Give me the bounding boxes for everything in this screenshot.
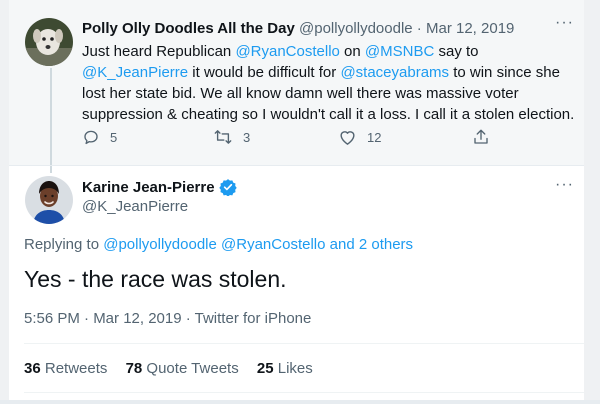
parent-text-part: on [339, 43, 365, 60]
parent-tweet-text: Just heard Republican @RyanCostello on @… [82, 41, 577, 125]
frame-bottom-edge [0, 400, 600, 404]
frame-left-edge [0, 0, 9, 404]
likes-stat-label: Likes [277, 360, 313, 377]
parent-handle[interactable]: @pollyollydoodle [299, 20, 413, 37]
verified-badge-icon [218, 179, 237, 196]
share-button[interactable] [472, 128, 500, 146]
person-avatar-image [25, 176, 73, 224]
stats-divider-top [24, 343, 584, 344]
mention-msnbc[interactable]: @MSNBC [365, 43, 434, 60]
parent-avatar[interactable] [25, 18, 73, 66]
replying-others-link[interactable]: 2 others [359, 236, 413, 253]
retweets-stat-label: Retweets [44, 360, 108, 377]
parent-text-part: Just heard Republican [82, 43, 236, 60]
main-display-name[interactable]: Karine Jean-Pierre [82, 179, 215, 196]
main-more-menu-icon[interactable]: ··· [555, 176, 574, 194]
main-tweet-text: Yes - the race was stolen. [24, 266, 287, 292]
main-name-row: Karine Jean-Pierre [82, 178, 237, 196]
retweets-stat[interactable]: 36 Retweets [24, 360, 107, 377]
reply-button[interactable]: 5 [82, 128, 117, 146]
engagement-stats: 36 Retweets 78 Quote Tweets 25 Likes [24, 360, 313, 377]
parent-date[interactable]: Mar 12, 2019 [426, 20, 514, 37]
quote-tweets-stat-label: Quote Tweets [146, 360, 239, 377]
mention-staceyabrams[interactable]: @staceyabrams [340, 64, 449, 81]
stats-divider-bottom [24, 392, 584, 393]
reply-count: 5 [110, 129, 118, 145]
like-button[interactable]: 12 [338, 128, 381, 146]
dog-avatar-image [25, 18, 73, 66]
parent-text-part: say to [434, 43, 479, 60]
retweets-stat-count: 36 [24, 360, 41, 377]
tweet-timestamp-source[interactable]: 5:56 PM · Mar 12, 2019 · Twitter for iPh… [24, 310, 311, 327]
retweet-button[interactable]: 3 [213, 128, 250, 146]
main-avatar[interactable] [25, 176, 73, 224]
like-count: 12 [367, 129, 382, 145]
parent-header: Polly Olly Doodles All the Day @pollyoll… [82, 20, 514, 37]
retweet-icon [214, 130, 232, 144]
heart-icon [340, 131, 355, 145]
likes-stat-count: 25 [256, 360, 274, 377]
parent-more-menu-icon[interactable]: ··· [555, 14, 574, 32]
parent-display-name[interactable]: Polly Olly Doodles All the Day [82, 20, 295, 37]
replying-to-line: Replying to @pollyollydoodle @RyanCostel… [24, 236, 413, 253]
replying-prefix: Replying to [24, 236, 104, 253]
replying-and[interactable]: and [325, 236, 358, 253]
mention-ryancostello[interactable]: @RyanCostello [235, 43, 339, 60]
replying-to-pollyollydoodle[interactable]: @pollyollydoodle [103, 236, 217, 253]
retweet-count: 3 [243, 129, 251, 145]
share-icon [474, 129, 488, 144]
replying-to-ryancostello[interactable]: @RyanCostello [221, 236, 325, 253]
quote-tweets-stat[interactable]: 78 Quote Tweets [126, 360, 239, 377]
quote-tweets-stat-count: 78 [125, 360, 143, 377]
main-handle[interactable]: @K_JeanPierre [82, 198, 188, 215]
mention-k-jeanpierre[interactable]: @K_JeanPierre [82, 64, 188, 81]
parent-action-bar: 5 3 12 [82, 128, 502, 152]
reply-icon [84, 130, 98, 145]
likes-stat[interactable]: 25 Likes [257, 360, 313, 377]
tweet-divider [9, 165, 584, 166]
parent-separator: · [412, 20, 426, 37]
thread-connector-line [50, 68, 52, 173]
parent-text-part: it would be difficult for [188, 64, 341, 81]
frame-right-edge [584, 0, 600, 404]
